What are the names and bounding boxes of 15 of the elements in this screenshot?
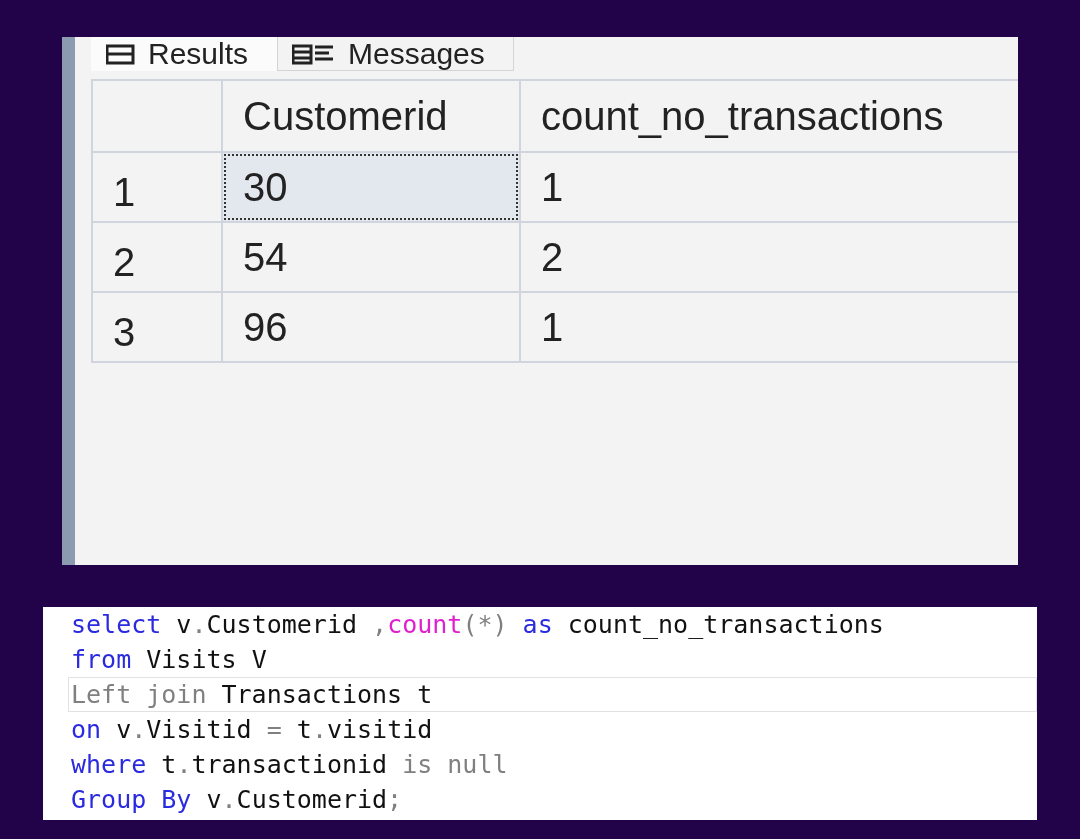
grid-icon (106, 42, 136, 65)
code-line: where t.transactionid is null (70, 749, 509, 781)
tab[interactable]: Results (91, 37, 278, 71)
column-header[interactable]: Customerid (222, 80, 520, 152)
row-number: 3 (92, 292, 222, 362)
tab[interactable]: Messages (277, 37, 514, 71)
code-line: from Visits V (70, 644, 268, 676)
table-cell: 96 (222, 292, 520, 362)
table-cell: 54 (222, 222, 520, 292)
row-number: 2 (92, 222, 222, 292)
code-line: select v.Customerid ,count(*) as count_no_transactions (70, 609, 885, 641)
column-header[interactable]: count_no_transactions (520, 80, 1018, 152)
code-line: Group By v.Customerid; (70, 784, 404, 816)
table-cell: 30 (222, 152, 520, 222)
code-line: on v.Visitid = t.visitid (70, 714, 434, 746)
